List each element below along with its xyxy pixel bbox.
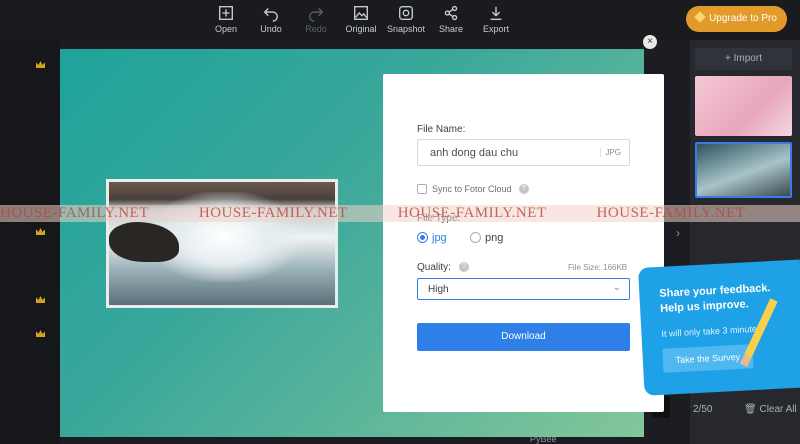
thumbnail-image[interactable] [695, 76, 792, 136]
file-name-input[interactable]: anh dong dau chu JPG [417, 139, 630, 166]
snapshot-label: Snapshot [386, 24, 426, 34]
share-icon [444, 5, 458, 21]
open-icon [219, 6, 233, 20]
export-label: Export [482, 24, 509, 34]
redo-label: Redo [305, 24, 327, 34]
watermark-band: HOUSE-FAMILY.NET HOUSE-FAMILY.NET HOUSE-FA… [0, 205, 800, 222]
close-button[interactable]: × [643, 35, 657, 49]
quality-value: High [428, 284, 449, 295]
jpg-radio[interactable] [417, 232, 428, 243]
sync-label: Sync to Fotor Cloud [432, 184, 512, 194]
left-sidebar [0, 40, 60, 444]
export-button[interactable]: Export [470, 4, 522, 34]
survey-button[interactable]: Take the Survey [662, 344, 754, 373]
upgrade-button[interactable]: Upgrade to Pro [686, 6, 787, 32]
import-button[interactable]: + Import [695, 48, 792, 70]
watermark-text: HOUSE-FAMILY.NET [596, 205, 746, 221]
help-icon[interactable]: ? [519, 184, 529, 194]
help-icon[interactable]: ? [459, 262, 469, 272]
app-root: Open Undo Redo Original Snapshot Share E… [0, 0, 800, 444]
watermark-text: HOUSE-FAMILY.NET [0, 205, 149, 221]
png-radio[interactable] [470, 232, 481, 243]
undo-label: Undo [260, 24, 282, 34]
share-label: Share [438, 24, 464, 34]
watermark-text: HOUSE-FAMILY.NET [397, 205, 547, 221]
chevron-right-icon[interactable]: › [676, 226, 680, 240]
image-icon [354, 6, 368, 20]
open-label: Open [214, 24, 238, 34]
watermark-text: HOUSE-FAMILY.NET [198, 205, 348, 221]
chevron-down-icon: ⌄ [612, 282, 621, 293]
thumbnail-image-selected[interactable] [695, 142, 792, 198]
diamond-icon [694, 11, 706, 23]
undo-icon [263, 8, 278, 22]
file-extension: JPG [600, 148, 621, 157]
quality-label: Quality: [417, 262, 451, 273]
upgrade-label: Upgrade to Pro [709, 13, 777, 24]
png-label: png [485, 232, 504, 244]
import-label: Import [733, 53, 762, 64]
file-size: File Size: 166KB [568, 263, 628, 272]
file-name-label: File Name: [417, 124, 466, 135]
original-label: Original [345, 24, 377, 34]
redo-icon [309, 8, 324, 22]
feedback-card: Share your feedback. Help us improve. It… [638, 259, 800, 396]
file-name-value: anh dong dau chu [430, 147, 519, 159]
sync-checkbox[interactable] [417, 184, 427, 194]
quality-select[interactable]: High ⌄ [417, 278, 630, 300]
clear-all-button[interactable]: 🗑 Clear All [744, 404, 797, 415]
image-counter: 2/50 [693, 404, 713, 415]
download-icon [490, 6, 502, 20]
camera-icon [399, 6, 413, 20]
feedback-subtitle: It will only take 3 minutes [661, 323, 762, 339]
download-button[interactable]: Download [417, 323, 630, 351]
clear-all-label: Clear All [759, 404, 797, 415]
image-preview [106, 179, 338, 308]
top-toolbar: Open Undo Redo Original Snapshot Share E… [0, 0, 800, 40]
jpg-label: jpg [432, 232, 447, 244]
